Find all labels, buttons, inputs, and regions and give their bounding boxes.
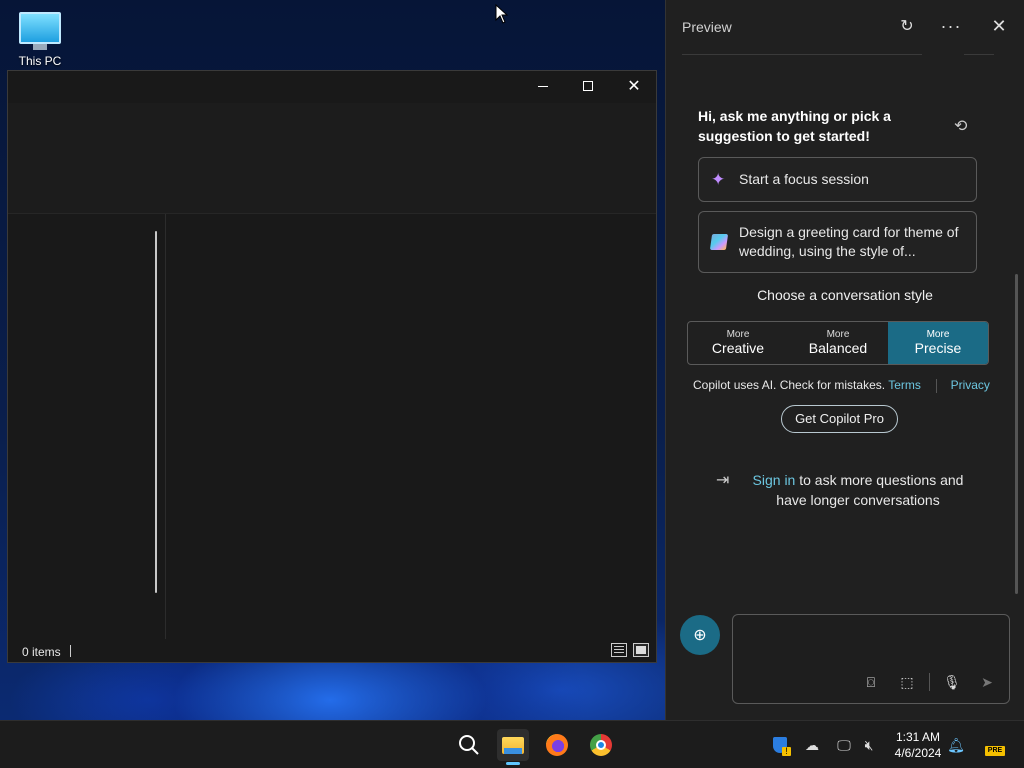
desktop-icon-label: This PC (18, 54, 62, 68)
close-button[interactable]: ✕ (611, 71, 657, 101)
security-tray-button[interactable] (770, 735, 791, 756)
shield-warning-icon (773, 737, 791, 756)
refresh-button[interactable]: ↻ (891, 12, 923, 40)
search-icon (459, 735, 479, 755)
preview-badge: PRE (985, 746, 1005, 756)
new-topic-button[interactable]: ⊕ (680, 615, 720, 655)
taskbar-file-explorer[interactable] (497, 729, 529, 761)
sign-in-link[interactable]: Sign in (753, 472, 796, 488)
shuffle-suggestions-icon[interactable]: ⟲ (954, 116, 967, 136)
content-pane[interactable] (166, 214, 656, 639)
toolbar-area (8, 103, 656, 213)
close-icon: ✕ (991, 15, 1007, 36)
microphone-icon: 🎙︎ (943, 673, 961, 690)
maximize-button[interactable] (565, 71, 611, 101)
active-app-indicator (506, 762, 520, 765)
status-bar: 0 items (8, 639, 656, 663)
network-tray-button[interactable]: 🖵︎ (834, 735, 854, 755)
suggestion-label: Start a focus session (739, 171, 869, 187)
taskbar-chrome[interactable] (585, 729, 617, 761)
add-image-button[interactable]: ⌼ (859, 670, 883, 694)
item-count: 0 items (22, 645, 61, 659)
folder-icon (502, 736, 524, 754)
divider (964, 54, 994, 55)
clock[interactable]: 1:31 AM 4/6/2024 (888, 729, 948, 761)
this-pc-desktop-icon[interactable]: This PC (12, 8, 68, 68)
copilot-header: Preview ↻ ··· ✕ (666, 0, 1024, 54)
copilot-panel: Preview ↻ ··· ✕ Hi, ask me anything or p… (665, 0, 1024, 720)
divider (682, 54, 922, 55)
sign-in-prompt: ⇥ Sign in to ask more questions and have… (716, 472, 964, 508)
style-balanced-button[interactable]: More Balanced (788, 322, 888, 364)
volume-tray-button[interactable]: 🔇︎ (859, 735, 879, 755)
computer-icon (19, 12, 61, 44)
more-icon: ··· (940, 15, 962, 36)
mouse-cursor-icon (495, 4, 509, 24)
maximize-icon (583, 81, 593, 91)
volume-muted-icon: 🔇︎ (864, 736, 874, 753)
title-bar[interactable]: ✕ (8, 71, 656, 103)
close-icon: ✕ (627, 78, 641, 95)
chrome-icon (590, 734, 612, 756)
ai-disclaimer: Copilot uses AI. Check for mistakes. Ter… (693, 378, 990, 393)
pencil-icon (709, 232, 731, 252)
chat-input[interactable]: ⌼ ⬚ 🎙︎ ➤ (732, 614, 1010, 704)
status-divider (70, 645, 71, 657)
sign-in-icon: ⇥ (716, 472, 730, 489)
image-capture-icon: ⌼ (866, 673, 876, 690)
sparkle-icon: ✦ (711, 170, 726, 189)
snip-icon: ⬚ (900, 673, 914, 690)
date: 4/6/2024 (894, 746, 942, 760)
navigation-scrollbar[interactable] (155, 231, 157, 593)
suggestion-greeting-card[interactable]: Design a greeting card for theme of wedd… (698, 211, 977, 273)
network-icon: 🖵︎ (837, 736, 851, 753)
style-creative-button[interactable]: More Creative (688, 322, 788, 364)
minimize-icon (538, 85, 548, 87)
terms-link[interactable]: Terms (888, 378, 921, 392)
more-options-button[interactable]: ··· (935, 12, 967, 40)
onedrive-tray-button[interactable]: ☁ (802, 735, 822, 755)
suggestion-focus-session[interactable]: ✦ Start a focus session (698, 157, 977, 202)
notifications-button[interactable]: 🔔︎ (946, 735, 966, 755)
microphone-button[interactable]: 🎙︎ (940, 670, 964, 694)
minimize-button[interactable] (520, 71, 566, 101)
file-explorer-window: ✕ 0 items (7, 70, 657, 663)
conversation-style-heading: Choose a conversation style (757, 287, 933, 303)
cloud-icon: ☁ (805, 736, 819, 753)
send-icon: ➤ (981, 673, 993, 690)
close-panel-button[interactable]: ✕ (983, 12, 1015, 40)
suggestion-label: Design a greeting card for theme of wedd… (739, 224, 959, 259)
style-precise-button[interactable]: More Precise (888, 322, 988, 364)
send-button[interactable]: ➤ (975, 670, 999, 694)
refresh-icon: ↻ (900, 18, 914, 35)
conversation-style-selector: More Creative More Balanced More Precise (687, 321, 989, 365)
privacy-link[interactable]: Privacy (951, 378, 990, 392)
bell-icon: 🔔︎ (947, 736, 965, 753)
taskbar-firefox[interactable] (541, 729, 573, 761)
greeting-text: Hi, ask me anything or pick a suggestion… (698, 108, 891, 144)
time: 1:31 AM (895, 730, 941, 744)
firefox-icon (546, 734, 568, 756)
navigation-pane[interactable] (8, 214, 166, 639)
screenshot-button[interactable]: ⬚ (895, 670, 919, 694)
taskbar-search-button[interactable] (453, 729, 485, 761)
panel-scrollbar[interactable] (1015, 274, 1018, 594)
new-chat-icon: ⊕ (693, 627, 707, 644)
large-icons-view-button[interactable] (633, 643, 649, 657)
taskbar: ☁ 🖵︎ 🔇︎ 1:31 AM 4/6/2024 🔔︎ (0, 720, 1024, 768)
details-view-button[interactable] (611, 643, 627, 657)
panel-title: Preview (682, 19, 732, 35)
get-copilot-pro-button[interactable]: Get Copilot Pro (781, 405, 898, 433)
